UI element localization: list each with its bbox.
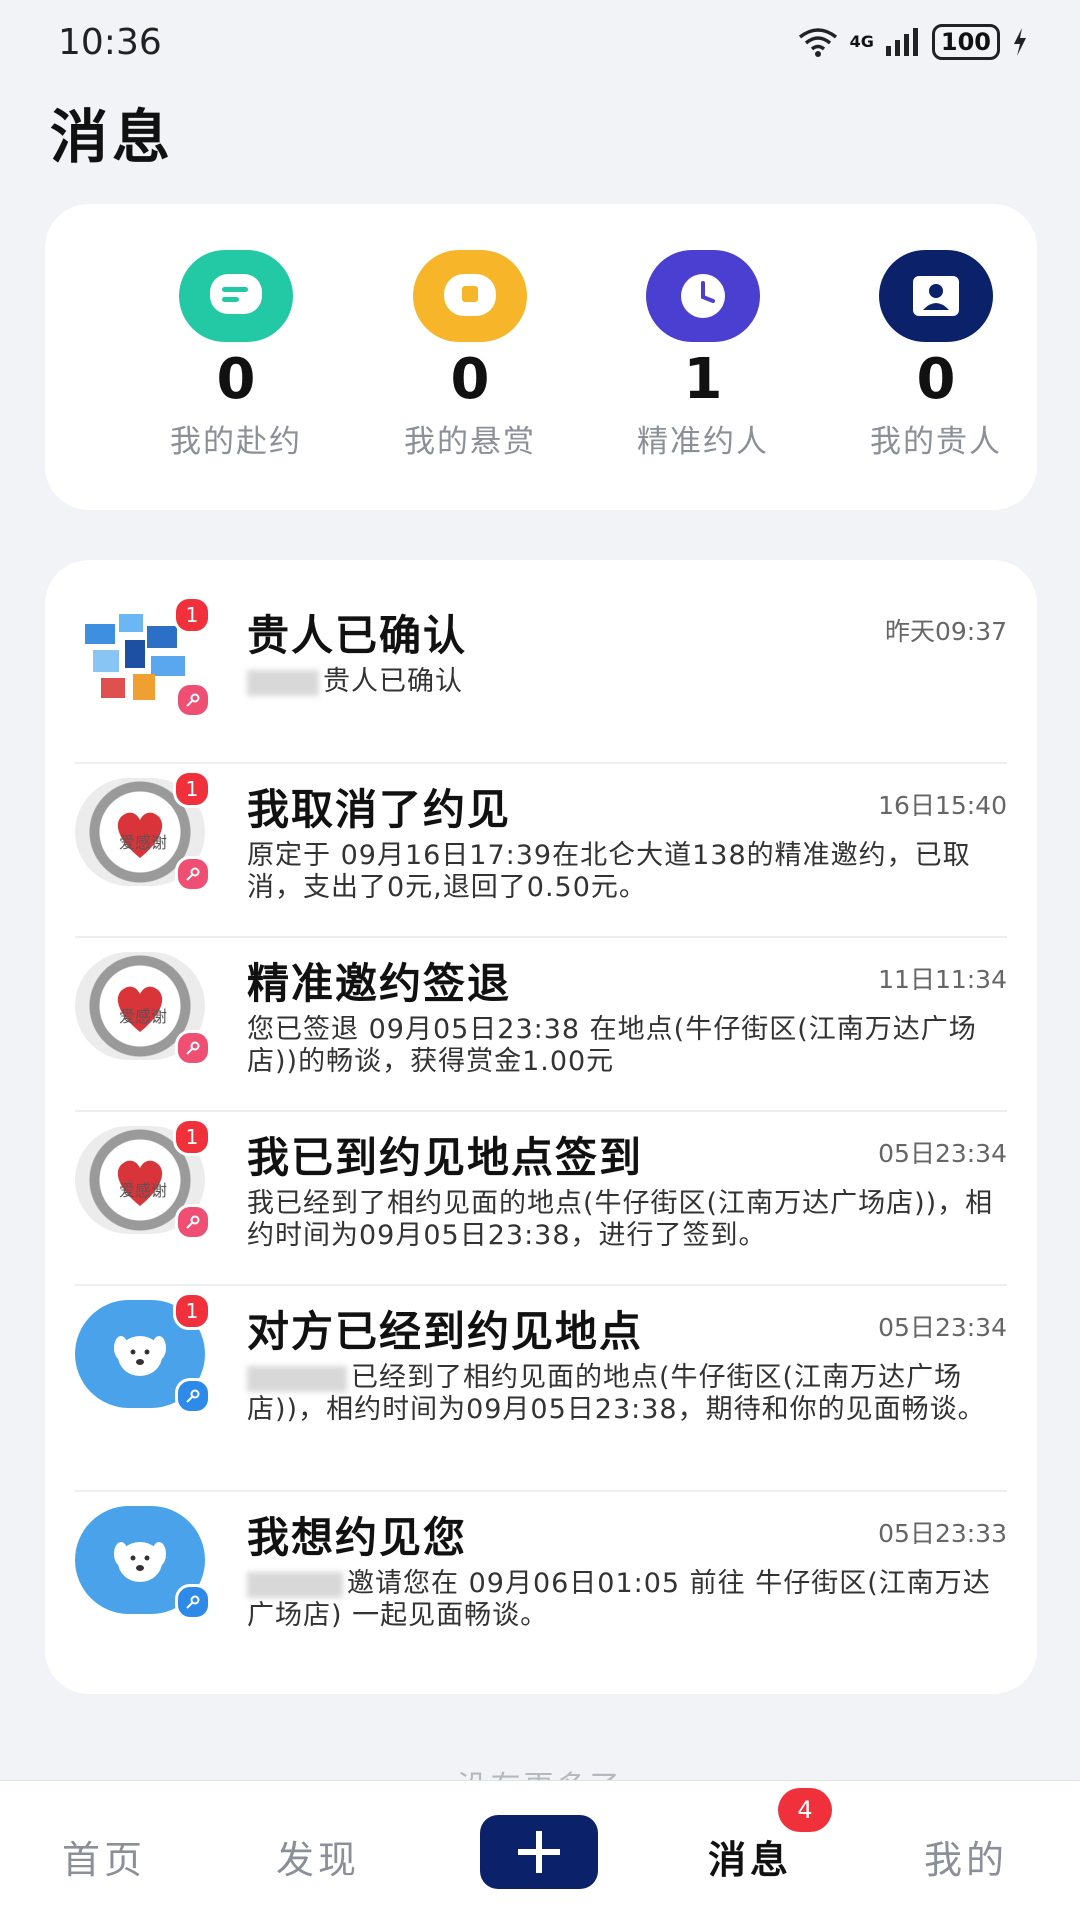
message-preview: 贵人已确认: [247, 666, 1017, 698]
message-time: 05日23:34: [878, 1139, 1007, 1168]
svg-text:爱感谢: 爱感谢: [119, 1181, 167, 1200]
message-time: 16日15:40: [878, 791, 1007, 820]
message-title: 我想约见您: [247, 1513, 468, 1562]
message-time: 昨天09:37: [884, 617, 1007, 646]
stat-precise-invite[interactable]: 1 精准约人: [608, 250, 798, 461]
stat-label: 我的赴约: [170, 424, 302, 460]
divider: [75, 1110, 1007, 1112]
message-text: 邀请您在 09月06日01:05 前往 牛仔街区(江南万达广场店) 一起见面畅谈…: [247, 1568, 991, 1631]
message-preview: 已经到了相约见面的地点(牛仔街区(江南万达广场店))，相约时间为09月05日23…: [247, 1362, 1017, 1426]
clock-icon: [646, 250, 760, 342]
message-preview: 邀请您在 09月06日01:05 前往 牛仔街区(江南万达广场店) 一起见面畅谈…: [247, 1568, 1017, 1632]
key-icon: [175, 856, 211, 892]
chat-icon: [179, 250, 293, 342]
battery-level: 100: [931, 24, 1000, 60]
redacted-name: [247, 1365, 347, 1392]
stat-count: 0: [450, 347, 490, 412]
stat-label: 我的贵人: [870, 424, 1002, 460]
key-icon: [175, 1378, 211, 1414]
stat-my-patrons[interactable]: 0 我的贵人: [841, 250, 1031, 461]
tab-home[interactable]: 首页: [62, 1829, 146, 1884]
unread-badge: 1: [173, 1118, 211, 1156]
message-preview: 您已签退 09月05日23:38 在地点(牛仔街区(江南万达广场店))的畅谈，获…: [247, 1014, 977, 1077]
divider: [75, 762, 1007, 764]
list-item[interactable]: 爱感谢 1 我已到约见地点签到 05日23:34 我已经到了相约见面的地点(牛仔…: [75, 1118, 1007, 1276]
status-time: 10:36: [58, 22, 162, 63]
stat-label: 我的悬赏: [404, 424, 536, 460]
unread-badge: 1: [173, 1292, 211, 1330]
key-icon: [175, 1584, 211, 1620]
message-title: 我已到约见地点签到: [247, 1133, 644, 1182]
redacted-name: [247, 1571, 343, 1598]
message-preview: 我已经到了相约见面的地点(牛仔街区(江南万达广场店))，相约时间为09月05日2…: [247, 1188, 994, 1251]
message-preview: 原定于 09月16日17:39在北仑大道138的精准邀约，已取消，支出了0元,退…: [247, 840, 971, 903]
key-icon: [175, 682, 211, 718]
list-item[interactable]: 1 对方已经到约见地点 05日23:34 已经到了相约见面的地点(牛仔街区(江南…: [75, 1292, 1007, 1480]
list-item[interactable]: 爱感谢 1 我取消了约见 16日15:40 原定于 09月16日17:39在北仑…: [75, 770, 1007, 928]
message-time: 05日23:33: [878, 1519, 1007, 1548]
divider: [75, 936, 1007, 938]
message-title: 精准邀约签退: [247, 959, 512, 1008]
stat-count: 0: [916, 347, 956, 412]
charging-icon: [1014, 28, 1026, 56]
message-title: 贵人已确认: [247, 611, 468, 660]
signal-icon: [885, 28, 918, 56]
tab-messages[interactable]: 消息: [708, 1829, 792, 1884]
key-icon: [175, 1030, 211, 1066]
message-time: 11日11:34: [878, 965, 1007, 994]
message-text: 已经到了相约见面的地点(牛仔街区(江南万达广场店))，相约时间为09月05日23…: [247, 1362, 986, 1425]
stat-label: 精准约人: [637, 424, 769, 460]
plus-icon: [518, 1831, 560, 1873]
add-button[interactable]: [480, 1815, 598, 1889]
message-time: 05日23:34: [878, 1313, 1007, 1342]
divider: [75, 1284, 1007, 1286]
page-title: 消息: [50, 103, 175, 171]
status-icons: 4G 100: [798, 24, 1028, 60]
message-list: 1 贵人已确认 昨天09:37 贵人已确认 爱感谢 1 我取消了约见 16日15…: [45, 560, 1037, 1694]
divider: [75, 1490, 1007, 1492]
stat-count: 0: [216, 347, 256, 412]
stat-count: 1: [683, 347, 723, 412]
stat-my-appointments[interactable]: 0 我的赴约: [141, 250, 331, 461]
key-icon: [175, 1204, 211, 1240]
unread-badge: 1: [173, 596, 211, 634]
contact-icon: [879, 250, 993, 342]
list-item[interactable]: 我想约见您 05日23:33 邀请您在 09月06日01:05 前往 牛仔街区(…: [75, 1506, 1007, 1666]
coin-icon: [413, 250, 527, 342]
message-title: 我取消了约见: [247, 785, 512, 834]
svg-text:爱感谢: 爱感谢: [119, 1007, 167, 1026]
stat-my-rewards[interactable]: 0 我的悬赏: [375, 250, 565, 461]
message-title: 对方已经到约见地点: [247, 1307, 644, 1356]
unread-badge: 1: [173, 770, 211, 808]
tab-mine[interactable]: 我的: [924, 1829, 1008, 1884]
redacted-name: [247, 669, 319, 696]
svg-text:爱感谢: 爱感谢: [119, 833, 167, 852]
network-type: 4G: [849, 32, 874, 51]
tab-discover[interactable]: 发现: [276, 1829, 360, 1884]
wifi-icon: [798, 28, 837, 57]
stats-card: 0 我的赴约 0 我的悬赏 1 精准约人 0 我的贵人: [45, 204, 1037, 510]
status-bar: 10:36 4G 100: [0, 0, 1080, 90]
bottom-tabbar: 首页 发现 消息 4 我的: [0, 1780, 1080, 1921]
message-text: 贵人已确认: [323, 666, 463, 697]
list-item[interactable]: 爱感谢 精准邀约签退 11日11:34 您已签退 09月05日23:38 在地点…: [75, 952, 1007, 1102]
messages-badge: 4: [778, 1788, 832, 1832]
list-item[interactable]: 1 贵人已确认 昨天09:37 贵人已确认: [75, 596, 1007, 724]
